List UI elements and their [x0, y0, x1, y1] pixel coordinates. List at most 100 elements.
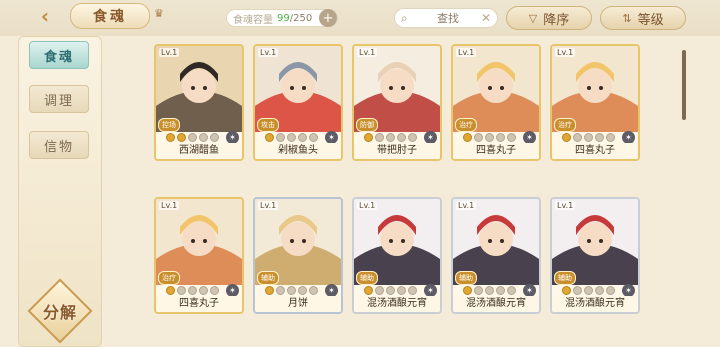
- sort-by-level-button[interactable]: ⇅ 等级: [600, 6, 686, 30]
- search-input[interactable]: ⌕ 查找 ✕: [394, 8, 498, 28]
- level-badge: Lv.1: [159, 201, 180, 210]
- food-soul-card[interactable]: Lv.1 辅助 ✶ 混汤酒酿元宵: [352, 197, 442, 314]
- role-badge: 治疗: [455, 118, 477, 132]
- star-icon: [562, 133, 571, 142]
- food-soul-card[interactable]: Lv.1 治疗 ✶ 四喜丸子: [550, 44, 640, 161]
- star-rating: [364, 133, 417, 142]
- star-icon: [584, 133, 593, 142]
- star-icon: [364, 286, 373, 295]
- star-icon: [276, 286, 285, 295]
- level-label: 等级: [637, 12, 664, 28]
- food-soul-card[interactable]: Lv.1 防御 ✶ 带把肘子: [352, 44, 442, 161]
- star-icon: [375, 133, 384, 142]
- filter-funnel-icon: ▽: [528, 11, 538, 25]
- star-rating: [265, 133, 318, 142]
- decompose-label: 分解: [42, 303, 77, 322]
- star-icon: [177, 286, 186, 295]
- star-icon: [463, 133, 472, 142]
- food-soul-card[interactable]: Lv.1 辅助 ✶ 混汤酒酿元宵: [451, 197, 541, 314]
- star-icon: [375, 286, 384, 295]
- top-bar: ‹ 食魂 ♛ 食魂容量 99 /250 + ⌕ 查找 ✕ ▽ 降序 ⇅ 等级: [0, 0, 720, 36]
- star-icon: [562, 286, 571, 295]
- star-icon: [287, 286, 296, 295]
- food-soul-card[interactable]: Lv.1 辅助 ✶ 月饼: [253, 197, 343, 314]
- role-badge: 治疗: [158, 271, 180, 285]
- card-name: 西湖醋鱼: [156, 143, 242, 159]
- card-name: 带把肘子: [354, 143, 440, 159]
- back-button[interactable]: ‹: [30, 4, 60, 28]
- capacity-label: 食魂容量: [233, 14, 273, 26]
- star-rating: [166, 133, 219, 142]
- star-icon: [199, 286, 208, 295]
- star-icon: [210, 133, 219, 142]
- chevron-left-icon: ‹: [40, 4, 50, 28]
- star-icon: [408, 133, 417, 142]
- role-badge: 辅助: [455, 271, 477, 285]
- star-icon: [276, 133, 285, 142]
- star-rating: [562, 133, 615, 142]
- scrollbar[interactable]: [682, 50, 686, 120]
- food-soul-card[interactable]: Lv.1 攻击 ✶ 剁椒鱼头: [253, 44, 343, 161]
- card-name: 混汤酒酿元宵: [354, 296, 440, 312]
- star-icon: [309, 133, 318, 142]
- star-rating: [166, 286, 219, 295]
- star-icon: [573, 286, 582, 295]
- star-icon: [210, 286, 219, 295]
- food-soul-card[interactable]: Lv.1 治疗 ✶ 四喜丸子: [451, 44, 541, 161]
- star-icon: [166, 286, 175, 295]
- card-name: 混汤酒酿元宵: [552, 296, 638, 312]
- close-icon[interactable]: ✕: [481, 11, 491, 25]
- star-icon: [166, 133, 175, 142]
- level-badge: Lv.1: [456, 201, 477, 210]
- star-rating: [463, 286, 516, 295]
- card-name: 四喜丸子: [552, 143, 638, 159]
- tab-token[interactable]: 信物: [29, 131, 89, 159]
- level-badge: Lv.1: [555, 201, 576, 210]
- star-icon: [265, 286, 274, 295]
- food-soul-card[interactable]: Lv.1 治疗 ✶ 四喜丸子: [154, 197, 244, 314]
- decompose-button[interactable]: 分解: [27, 278, 93, 344]
- star-icon: [496, 286, 505, 295]
- star-icon: [584, 286, 593, 295]
- level-badge: Lv.1: [258, 201, 279, 210]
- star-icon: [595, 133, 604, 142]
- level-badge: Lv.1: [357, 201, 378, 210]
- star-rating: [562, 286, 615, 295]
- star-icon: [188, 133, 197, 142]
- star-icon: [397, 286, 406, 295]
- star-icon: [485, 133, 494, 142]
- card-name: 混汤酒酿元宵: [453, 296, 539, 312]
- food-soul-card[interactable]: Lv.1 控场 ✶ 西湖醋鱼: [154, 44, 244, 161]
- star-icon: [496, 133, 505, 142]
- star-icon: [485, 286, 494, 295]
- star-rating: [265, 286, 318, 295]
- star-icon: [595, 286, 604, 295]
- star-rating: [364, 286, 417, 295]
- card-name: 月饼: [255, 296, 341, 312]
- star-icon: [507, 133, 516, 142]
- star-icon: [397, 133, 406, 142]
- tab-food-soul[interactable]: 食魂: [29, 41, 89, 69]
- search-icon: ⌕: [401, 10, 408, 25]
- card-name: 四喜丸子: [453, 143, 539, 159]
- star-icon: [408, 286, 417, 295]
- tab-recipe[interactable]: 调理: [29, 85, 89, 113]
- search-label: 查找: [436, 12, 459, 25]
- star-icon: [265, 133, 274, 142]
- role-badge: 辅助: [257, 271, 279, 285]
- page-title: 食魂: [70, 3, 150, 29]
- star-icon: [177, 133, 186, 142]
- food-soul-grid: Lv.1 控场 ✶ 西湖醋鱼 Lv.1 攻击 ✶ 剁椒鱼头 Lv.1 防御 ✶ …: [100, 36, 690, 347]
- star-icon: [386, 286, 395, 295]
- star-icon: [507, 286, 516, 295]
- food-soul-card[interactable]: Lv.1 辅助 ✶ 混汤酒酿元宵: [550, 197, 640, 314]
- role-badge: 辅助: [554, 271, 576, 285]
- card-name: 四喜丸子: [156, 296, 242, 312]
- sort-order-button[interactable]: ▽ 降序: [506, 6, 592, 30]
- sort-arrows-icon: ⇅: [622, 11, 632, 25]
- star-icon: [287, 133, 296, 142]
- star-icon: [298, 286, 307, 295]
- add-capacity-button[interactable]: +: [319, 9, 337, 27]
- star-icon: [364, 133, 373, 142]
- role-badge: 控场: [158, 118, 180, 132]
